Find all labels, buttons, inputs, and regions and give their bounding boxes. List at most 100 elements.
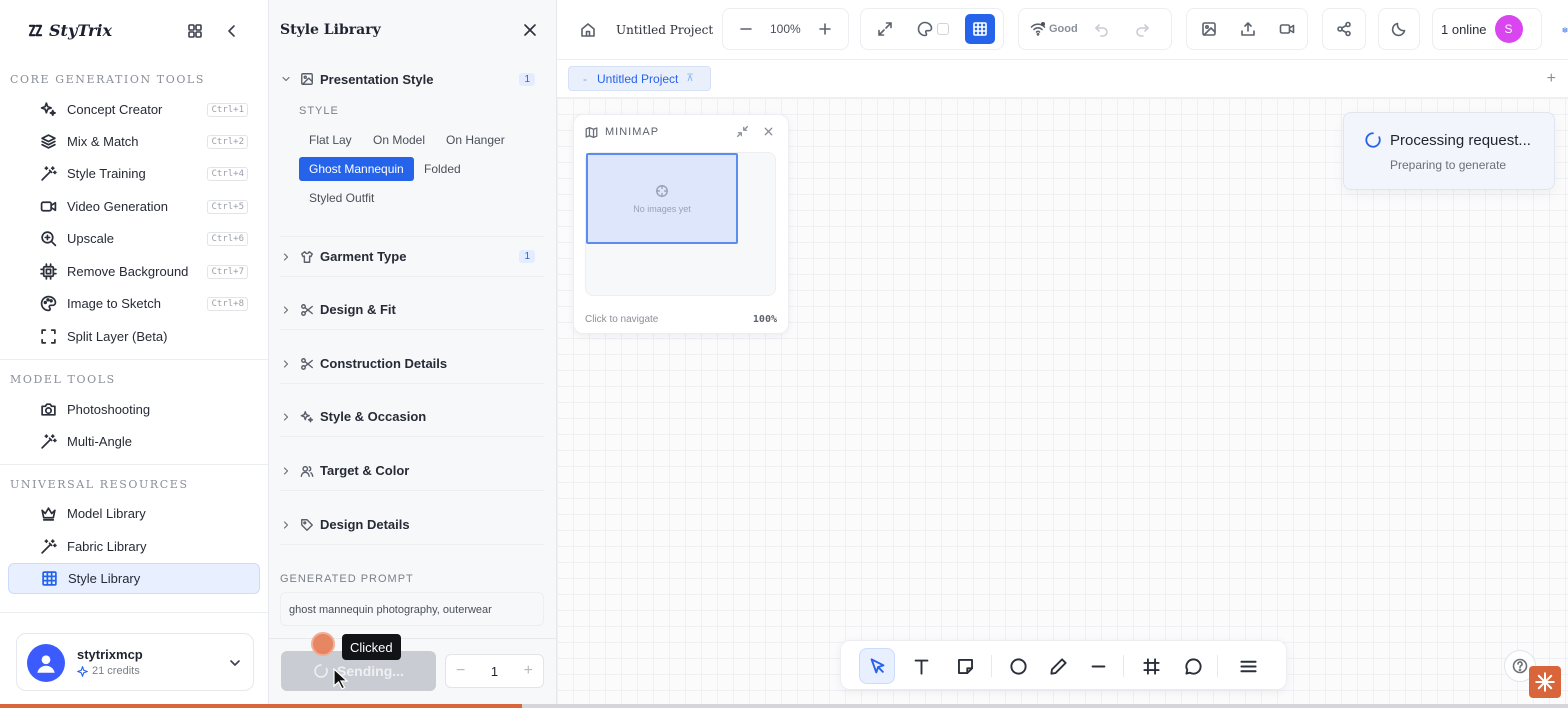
menu-button[interactable]	[1230, 648, 1266, 684]
select-tool-button[interactable]	[859, 648, 895, 684]
zoom-out-button[interactable]	[732, 15, 760, 43]
sidebar-item-label: Style Training	[67, 166, 146, 181]
count-badge: 1	[519, 250, 535, 263]
sidebar-item-concept-creator[interactable]: Concept Creator Ctrl+1	[8, 94, 260, 125]
comment-tool-button[interactable]	[1175, 648, 1211, 684]
avatar[interactable]: S	[1494, 15, 1523, 43]
accordion-garment-type[interactable]: Garment Type 1	[280, 237, 544, 277]
line-tool-button[interactable]	[1080, 648, 1116, 684]
user-name: stytrixmcp	[77, 647, 143, 662]
click-indicator	[311, 632, 335, 656]
close-icon[interactable]	[762, 125, 775, 138]
color-swatch[interactable]	[937, 23, 949, 35]
pen-tool-button[interactable]	[1040, 648, 1076, 684]
sidebar-item-style-library[interactable]: Style Library	[8, 563, 260, 594]
share-button[interactable]	[1330, 15, 1358, 43]
home-button[interactable]	[574, 16, 602, 44]
sidebar-item-remove-background[interactable]: Remove Background Ctrl+7	[8, 256, 260, 287]
grid-toggle-button[interactable]	[965, 14, 995, 44]
project-name[interactable]: Untitled Project	[616, 23, 713, 37]
dark-mode-toggle[interactable]	[1385, 15, 1413, 43]
apps-grid-icon	[188, 24, 202, 38]
sidebar-item-split-layer[interactable]: Split Layer (Beta)	[8, 321, 260, 352]
assistant-button[interactable]	[1529, 666, 1561, 698]
accordion-construction-details[interactable]: Construction Details	[280, 344, 544, 384]
share-group	[1322, 8, 1366, 50]
chip-on-hanger[interactable]: On Hanger	[436, 128, 515, 152]
minimap-empty: No images yet	[633, 203, 691, 214]
pin-icon[interactable]: ⊼	[686, 73, 693, 84]
redo-button[interactable]	[1128, 15, 1156, 43]
minimap-hint: Click to navigate	[585, 314, 659, 325]
minus-icon	[740, 28, 752, 30]
sticky-note-tool-button[interactable]	[947, 648, 983, 684]
accordion-presentation-style[interactable]: Presentation Style 1	[280, 59, 544, 99]
grid-icon	[42, 571, 57, 586]
undo-button[interactable]	[1088, 15, 1116, 43]
add-image-button[interactable]	[1195, 15, 1223, 43]
zoom-in-button[interactable]	[811, 15, 839, 43]
sidebar-item-model-library[interactable]: Model Library	[8, 498, 260, 529]
accordion-design-details[interactable]: Design Details	[280, 505, 544, 545]
chevron-right-icon	[283, 252, 289, 261]
chip-flat-lay[interactable]: Flat Lay	[299, 128, 362, 152]
spinner-icon	[1365, 132, 1381, 148]
chevron-left-icon	[228, 25, 235, 37]
increment-icon[interactable]: +	[524, 662, 533, 680]
chevron-right-icon	[283, 305, 289, 314]
fit-screen-button[interactable]	[871, 15, 899, 43]
frame-tool-button[interactable]	[1133, 648, 1169, 684]
wifi-icon	[1030, 22, 1046, 36]
chip-folded[interactable]: Folded	[414, 157, 471, 181]
accordion-style-occasion[interactable]: Style & Occasion	[280, 397, 544, 437]
export-button[interactable]	[1234, 15, 1262, 43]
sidebar-item-image-to-sketch[interactable]: Image to Sketch Ctrl+8	[8, 288, 260, 319]
sidebar-item-fabric-library[interactable]: Fabric Library	[8, 531, 260, 562]
ellipse-tool-button[interactable]	[1000, 648, 1036, 684]
quantity-value: 1	[490, 663, 499, 679]
zoom-level[interactable]: 100%	[770, 22, 801, 36]
minimap-area[interactable]: No images yet	[585, 152, 776, 296]
tab-untitled-project[interactable]: - Untitled Project ⊼	[568, 66, 711, 91]
accordion-design-fit[interactable]: Design & Fit	[280, 290, 544, 330]
decrement-icon[interactable]: −	[456, 662, 465, 680]
layers-button[interactable]	[1552, 16, 1568, 44]
collapse-sidebar-button[interactable]	[221, 20, 243, 42]
theme-palette-button[interactable]	[911, 15, 939, 43]
users-icon	[300, 465, 314, 477]
minimize-icon[interactable]	[736, 125, 749, 138]
project-tabs: - Untitled Project ⊼ +	[557, 60, 1568, 98]
text-tool-button[interactable]	[903, 648, 939, 684]
chip-on-model[interactable]: On Model	[363, 128, 435, 152]
chip-styled-outfit[interactable]: Styled Outfit	[299, 186, 384, 210]
view-controls	[860, 8, 1004, 50]
close-icon	[524, 24, 536, 36]
zoom-controls: 100%	[722, 8, 849, 50]
accordion-target-color[interactable]: Target & Color	[280, 451, 544, 491]
apps-grid-button[interactable]	[184, 20, 206, 42]
palette-icon	[40, 295, 57, 312]
generated-prompt-label: GENERATED PROMPT	[280, 573, 414, 585]
sidebar-item-mix-match[interactable]: Mix & Match Ctrl+2	[8, 126, 260, 157]
record-video-button[interactable]	[1273, 15, 1301, 43]
user-account-menu[interactable]: stytrixmcp 21 credits	[16, 633, 254, 691]
quantity-stepper[interactable]: − 1 +	[445, 654, 544, 688]
chip-ghost-mannequin[interactable]: Ghost Mannequin	[299, 157, 414, 181]
add-tab-button[interactable]: +	[1547, 70, 1556, 88]
chip-icon	[40, 263, 57, 280]
sidebar-item-style-training[interactable]: Style Training Ctrl+4	[8, 158, 260, 189]
close-panel-button[interactable]	[522, 22, 540, 40]
credits-text: 21 credits	[92, 665, 140, 677]
generated-prompt-text[interactable]: ghost mannequin photography, outerwear	[280, 592, 544, 626]
sidebar-item-multi-angle[interactable]: Multi-Angle	[8, 426, 260, 457]
line-icon	[1091, 665, 1105, 667]
brand-logo[interactable]: StyTrix	[28, 21, 112, 40]
sidebar-item-video-generation[interactable]: Video Generation Ctrl+5	[8, 191, 260, 222]
minimap-viewport[interactable]: No images yet	[586, 153, 738, 244]
chevron-down-icon	[230, 660, 240, 666]
shortcut-badge: Ctrl+6	[207, 231, 248, 246]
canvas[interactable]: MINIMAP No images yet Click to navigate …	[557, 98, 1568, 704]
sidebar-item-label: Photoshooting	[67, 402, 151, 417]
sidebar-item-photoshooting[interactable]: Photoshooting	[8, 394, 260, 425]
sidebar-item-upscale[interactable]: Upscale Ctrl+6	[8, 223, 260, 254]
